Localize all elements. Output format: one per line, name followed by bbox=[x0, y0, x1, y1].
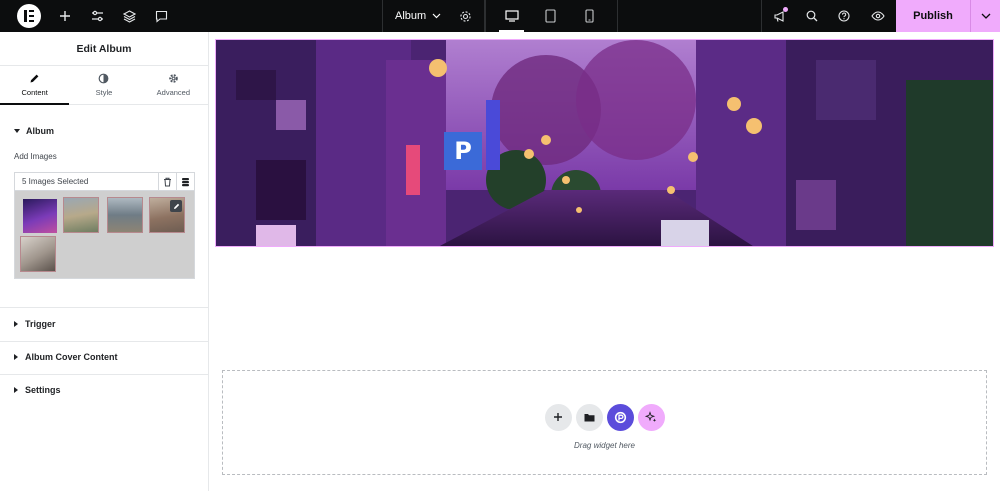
mobile-view-icon[interactable] bbox=[570, 0, 609, 32]
caret-right-icon bbox=[14, 387, 18, 393]
gallery-thumbnail[interactable] bbox=[107, 197, 143, 233]
caret-right-icon bbox=[14, 354, 18, 360]
preview-eye-icon[interactable] bbox=[860, 0, 896, 32]
gallery-thumbnail[interactable] bbox=[22, 198, 58, 234]
album-cover-content-section-title: Album Cover Content bbox=[25, 352, 118, 362]
ai-generate-button[interactable] bbox=[637, 403, 665, 431]
caret-right-icon bbox=[14, 321, 18, 327]
panel-tabs: Content Style Advanced bbox=[0, 66, 208, 105]
sparkle-icon bbox=[645, 411, 657, 422]
gallery-thumbnail[interactable] bbox=[20, 236, 56, 272]
settings-section-title: Settings bbox=[25, 385, 61, 395]
contrast-icon bbox=[99, 73, 109, 84]
drop-zone[interactable]: Drag widget here bbox=[222, 370, 987, 475]
whats-new-megaphone-icon[interactable] bbox=[762, 0, 796, 32]
gear-icon bbox=[169, 74, 178, 83]
gallery-thumbnail[interactable] bbox=[149, 197, 185, 233]
trash-icon bbox=[164, 177, 171, 186]
top-bar: Album Publish bbox=[0, 0, 1000, 32]
brand-logo-icon bbox=[614, 411, 626, 423]
gallery-control[interactable]: 5 Images Selected bbox=[14, 172, 195, 279]
night-street-illustration: P bbox=[216, 40, 993, 246]
drop-zone-actions bbox=[544, 403, 665, 431]
tab-advanced-label: Advanced bbox=[156, 88, 190, 97]
caret-down-icon bbox=[14, 128, 20, 133]
tab-style[interactable]: Style bbox=[69, 66, 138, 104]
elementor-logo-icon[interactable] bbox=[17, 4, 41, 28]
album-cover-image[interactable]: P bbox=[215, 39, 994, 247]
document-title: Album bbox=[395, 10, 427, 22]
notification-dot bbox=[783, 7, 788, 12]
panel-title: Edit Album bbox=[0, 32, 208, 66]
tab-content[interactable]: Content bbox=[0, 66, 70, 105]
chevron-down-icon bbox=[981, 13, 990, 19]
section-divider bbox=[0, 341, 209, 342]
section-divider bbox=[0, 374, 209, 375]
brand-kit-button[interactable] bbox=[606, 403, 634, 431]
folder-icon bbox=[584, 413, 594, 421]
comments-icon[interactable] bbox=[145, 0, 177, 32]
section-divider bbox=[0, 307, 209, 308]
gallery-thumbnails bbox=[15, 191, 194, 278]
album-section-title: Album bbox=[26, 126, 54, 136]
responsive-device-switcher bbox=[492, 0, 618, 32]
gallery-count-text: 5 Images Selected bbox=[22, 177, 89, 186]
document-title-area: Album bbox=[382, 0, 487, 32]
preview-canvas: P Drag widget here bbox=[210, 32, 1000, 491]
album-cover-content-section-toggle[interactable]: Album Cover Content bbox=[0, 352, 209, 362]
settings-section-toggle[interactable]: Settings bbox=[0, 385, 209, 395]
editor-panel: Edit Album Content Style Advanced Album … bbox=[0, 32, 209, 491]
add-template-button[interactable] bbox=[575, 403, 603, 431]
tablet-view-icon[interactable] bbox=[531, 0, 570, 32]
gallery-thumbnail[interactable] bbox=[63, 197, 99, 233]
edit-gallery-pencil-icon[interactable] bbox=[170, 200, 182, 212]
tab-advanced[interactable]: Advanced bbox=[139, 66, 208, 104]
add-element-icon[interactable] bbox=[49, 0, 81, 32]
drop-zone-text: Drag widget here bbox=[574, 440, 635, 450]
trigger-section-toggle[interactable]: Trigger bbox=[0, 319, 209, 329]
structure-layers-icon[interactable] bbox=[113, 0, 145, 32]
chevron-down-icon bbox=[432, 13, 441, 19]
document-title-dropdown[interactable]: Album bbox=[383, 10, 441, 22]
plus-icon bbox=[554, 413, 562, 421]
svg-text:P: P bbox=[454, 137, 472, 165]
gallery-options-button[interactable] bbox=[176, 172, 194, 191]
add-images-label: Add Images bbox=[14, 152, 57, 161]
publish-button[interactable]: Publish bbox=[896, 0, 970, 32]
site-settings-icon[interactable] bbox=[81, 0, 113, 32]
trigger-section-title: Trigger bbox=[25, 319, 56, 329]
database-icon bbox=[182, 177, 189, 186]
tab-content-label: Content bbox=[21, 88, 48, 97]
desktop-view-icon[interactable] bbox=[492, 0, 531, 32]
delete-gallery-button[interactable] bbox=[158, 172, 176, 191]
pencil-icon bbox=[30, 74, 39, 83]
publish-options-button[interactable] bbox=[970, 0, 1000, 32]
help-icon[interactable] bbox=[828, 0, 860, 32]
add-new-section-button[interactable] bbox=[544, 403, 572, 431]
album-section-toggle[interactable]: Album bbox=[0, 126, 208, 136]
gallery-toolbar: 5 Images Selected bbox=[15, 172, 194, 191]
finder-search-icon[interactable] bbox=[796, 0, 828, 32]
tab-style-label: Style bbox=[95, 88, 113, 97]
page-settings-gear-icon[interactable] bbox=[449, 0, 481, 32]
